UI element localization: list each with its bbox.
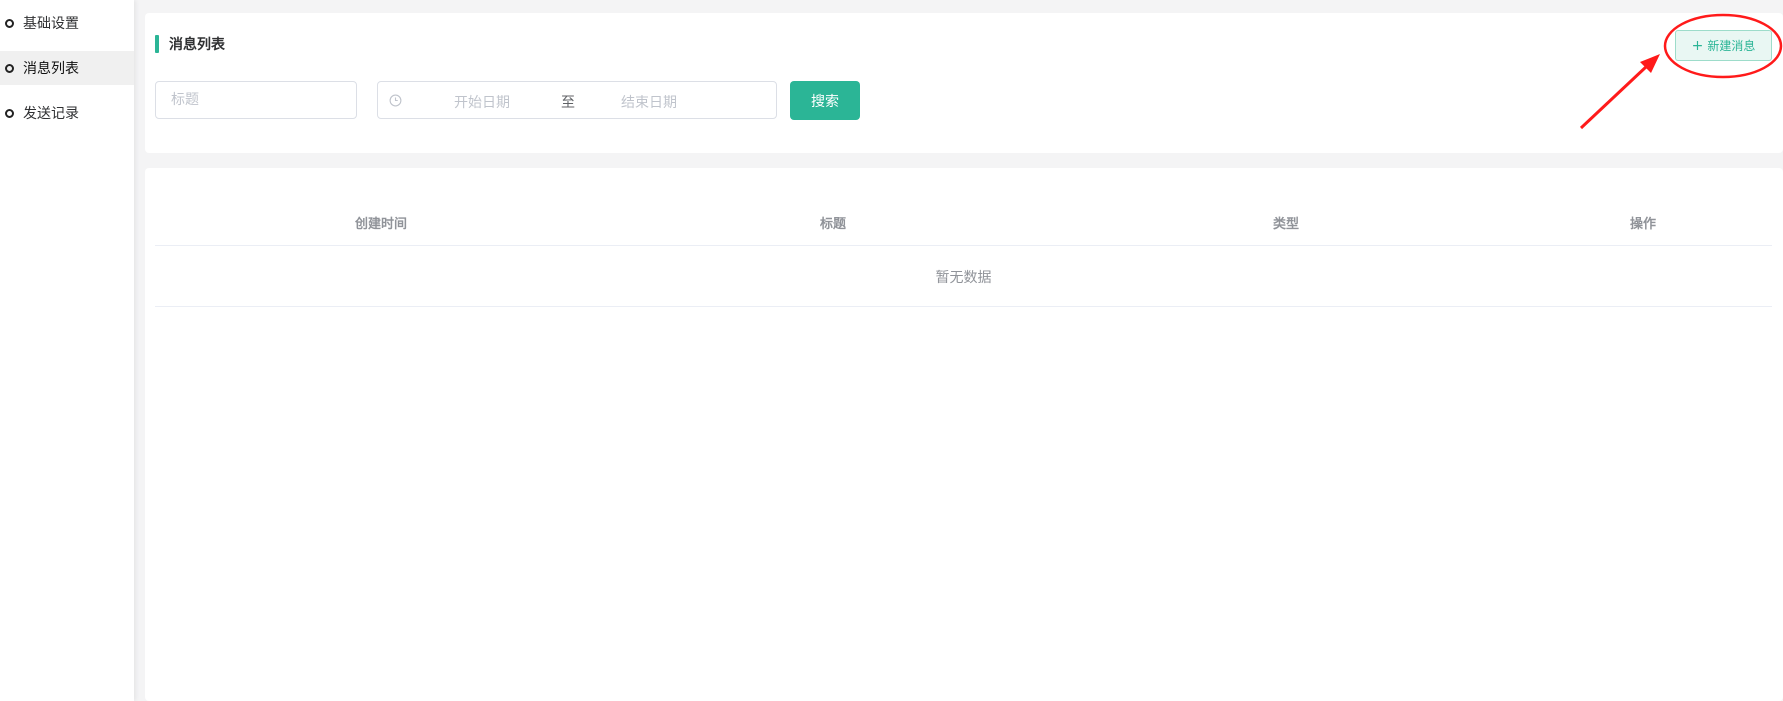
empty-state-text: 暂无数据 [935,270,992,286]
column-header-type[interactable]: 类型 [1273,213,1299,232]
table-header: 创建时间 标题 类型 操作 [155,168,1772,246]
sidebar-item-label: 消息列表 [23,61,79,77]
new-message-button[interactable]: + 新建消息 [1675,30,1772,61]
message-table: 创建时间 标题 类型 操作 暂无数据 [155,168,1772,307]
new-message-label: 新建消息 [1707,39,1756,53]
start-date-field[interactable]: 开始日期 [454,92,510,112]
table-card: 创建时间 标题 类型 操作 暂无数据 [145,168,1783,701]
sidebar-item-label: 发送记录 [23,106,79,122]
sidebar-item-label: 基础设置 [23,16,79,32]
sidebar-item-basic-settings[interactable]: 基础设置 [0,6,134,40]
column-header-created-time[interactable]: 创建时间 [355,213,407,232]
table-empty-row: 暂无数据 [155,246,1772,307]
page-title: 消息列表 [155,35,225,53]
end-date-field[interactable]: 结束日期 [621,92,677,112]
circle-icon [5,63,14,73]
search-button[interactable]: 搜索 [790,81,860,120]
column-header-title[interactable]: 标题 [820,213,846,232]
app-root: 基础设置 消息列表 发送记录 消息列表 开始日期 至 结束日期 搜索 [0,0,1783,701]
filter-card: 消息列表 开始日期 至 结束日期 搜索 + 新建消息 [145,13,1783,153]
column-header-actions[interactable]: 操作 [1630,213,1656,232]
plus-icon: + [1691,37,1704,54]
range-separator: 至 [561,95,575,111]
date-range-picker[interactable]: 开始日期 至 结束日期 [377,81,777,119]
clock-icon [389,94,402,107]
circle-icon [5,18,14,28]
page-title-text: 消息列表 [169,37,225,53]
sidebar-item-message-list[interactable]: 消息列表 [0,51,134,85]
sidebar-item-send-records[interactable]: 发送记录 [0,96,134,130]
sidebar: 基础设置 消息列表 发送记录 [0,0,134,701]
circle-icon [5,108,14,118]
title-accent-bar [155,35,159,53]
title-search-input[interactable] [155,81,357,119]
